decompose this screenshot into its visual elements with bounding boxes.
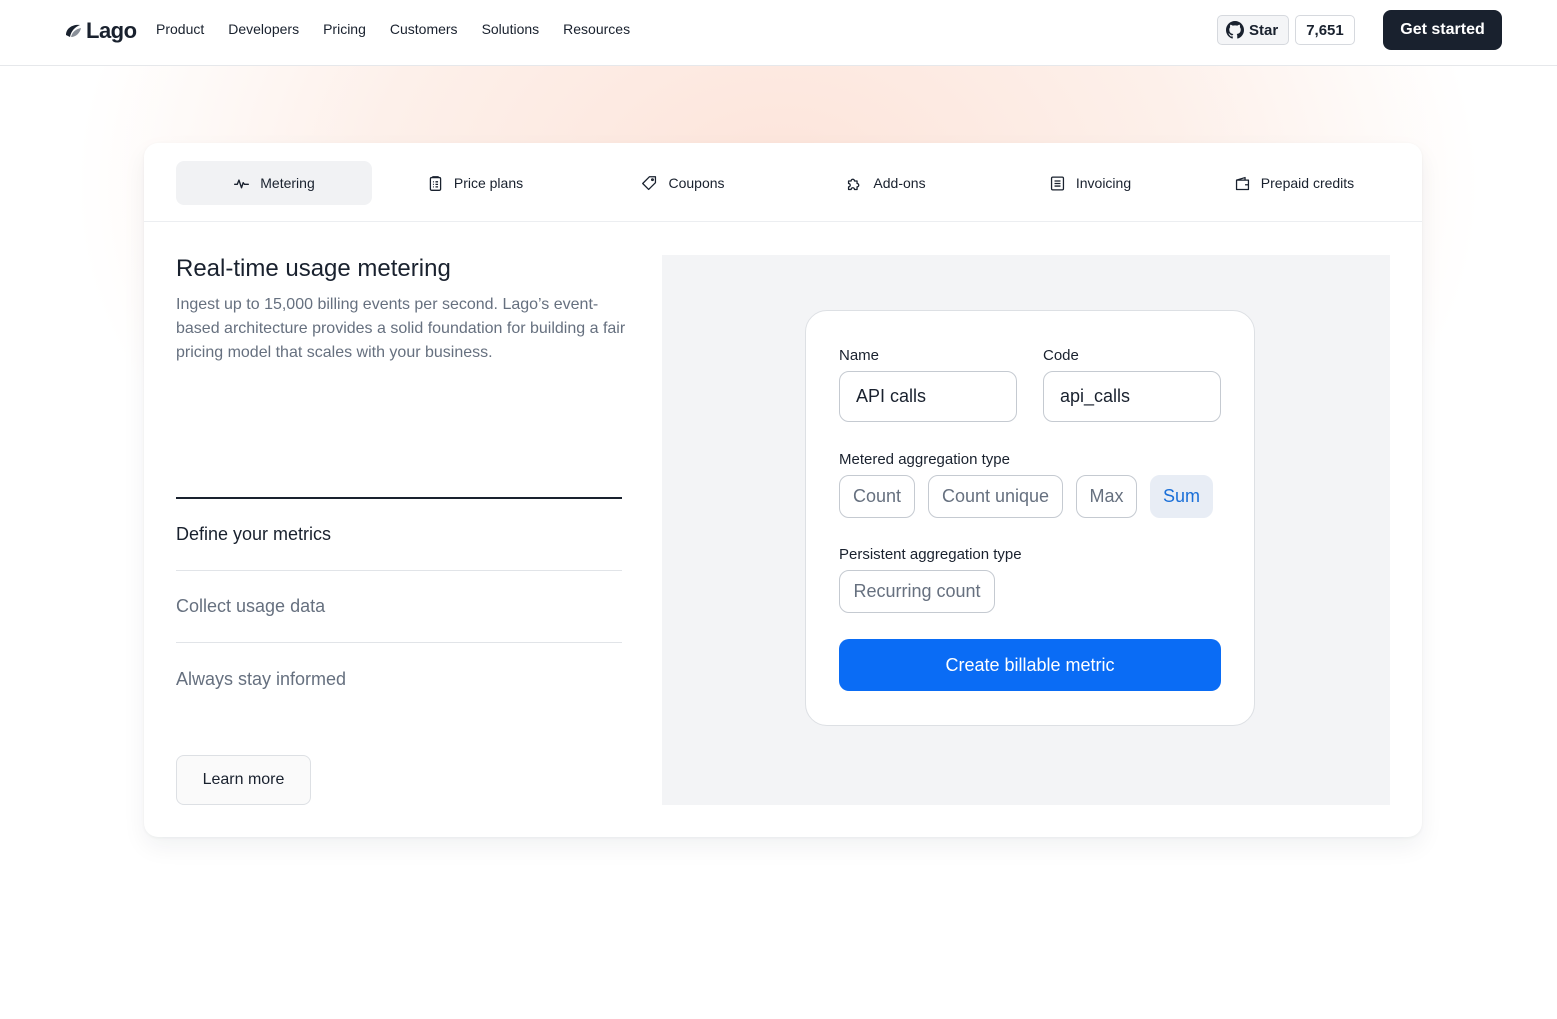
metered-aggregation-label: Metered aggregation type	[839, 451, 1010, 468]
nav-link-product[interactable]: Product	[156, 21, 204, 37]
chip-recurring-count[interactable]: Recurring count	[839, 570, 995, 613]
lago-logo-icon	[66, 24, 81, 37]
code-label: Code	[1043, 347, 1079, 364]
activity-icon	[234, 178, 250, 188]
tab-price-plans[interactable]: Price plans	[377, 161, 573, 205]
feature-card: Metering Price plans Coupons Add-ons Inv…	[144, 143, 1422, 837]
chip-max[interactable]: Max	[1076, 475, 1137, 518]
feature-steps: Define your metrics Collect usage data A…	[176, 497, 622, 715]
create-billable-metric-button[interactable]: Create billable metric	[839, 639, 1221, 691]
step-collect-usage[interactable]: Collect usage data	[176, 571, 622, 643]
tab-label: Metering	[260, 175, 315, 191]
nav-link-pricing[interactable]: Pricing	[323, 21, 366, 37]
github-star-count[interactable]: 7,651	[1295, 15, 1355, 45]
feature-title: Real-time usage metering	[176, 255, 451, 282]
nav-link-resources[interactable]: Resources	[563, 21, 630, 37]
tab-label: Prepaid credits	[1260, 175, 1355, 191]
demo-panel: Name API calls Code api_calls Metered ag…	[662, 255, 1390, 805]
clipboard-icon	[429, 175, 442, 191]
tab-coupons[interactable]: Coupons	[585, 161, 781, 205]
code-field[interactable]: api_calls	[1043, 371, 1221, 422]
tab-label: Coupons	[668, 175, 725, 191]
name-label: Name	[839, 347, 880, 364]
github-star-widget: Star 7,651	[1217, 15, 1355, 45]
chip-count-unique[interactable]: Count unique	[928, 475, 1063, 518]
github-icon	[1226, 21, 1244, 39]
feature-description: Ingest up to 15,000 billing events per s…	[176, 296, 626, 361]
feature-tabs: Metering Price plans Coupons Add-ons Inv…	[144, 143, 1422, 222]
tab-label: Price plans	[453, 175, 524, 191]
tab-label: Add-ons	[873, 175, 926, 191]
nav-link-customers[interactable]: Customers	[390, 21, 458, 37]
top-navbar: Lago Product Developers Pricing Customer…	[0, 0, 1557, 66]
tab-prepaid-credits[interactable]: Prepaid credits	[1196, 161, 1392, 205]
step-stay-informed[interactable]: Always stay informed	[176, 643, 622, 715]
tab-invoicing[interactable]: Invoicing	[992, 161, 1188, 205]
step-define-metrics[interactable]: Define your metrics	[176, 499, 622, 571]
document-icon	[1050, 175, 1064, 191]
logo[interactable]: Lago	[63, 18, 137, 44]
persistent-aggregation-label: Persistent aggregation type	[839, 546, 1022, 563]
tag-icon	[642, 175, 657, 190]
nav-link-solutions[interactable]: Solutions	[482, 21, 540, 37]
name-field[interactable]: API calls	[839, 371, 1017, 422]
tab-add-ons[interactable]: Add-ons	[788, 161, 984, 205]
github-star-label: Star	[1249, 21, 1279, 39]
main-nav: Product Developers Pricing Customers Sol…	[156, 21, 630, 37]
chip-sum[interactable]: Sum	[1150, 475, 1213, 518]
billable-metric-form: Name API calls Code api_calls Metered ag…	[805, 310, 1255, 726]
learn-more-button[interactable]: Learn more	[176, 755, 311, 805]
github-star-button[interactable]: Star	[1217, 15, 1290, 45]
logo-text: Lago	[86, 18, 137, 43]
chip-count[interactable]: Count	[839, 475, 915, 518]
nav-link-developers[interactable]: Developers	[228, 21, 299, 37]
get-started-button[interactable]: Get started	[1383, 10, 1502, 50]
wallet-icon	[1235, 176, 1249, 190]
puzzle-icon	[848, 178, 860, 190]
tab-label: Invoicing	[1075, 175, 1132, 191]
tab-metering[interactable]: Metering	[176, 161, 372, 205]
